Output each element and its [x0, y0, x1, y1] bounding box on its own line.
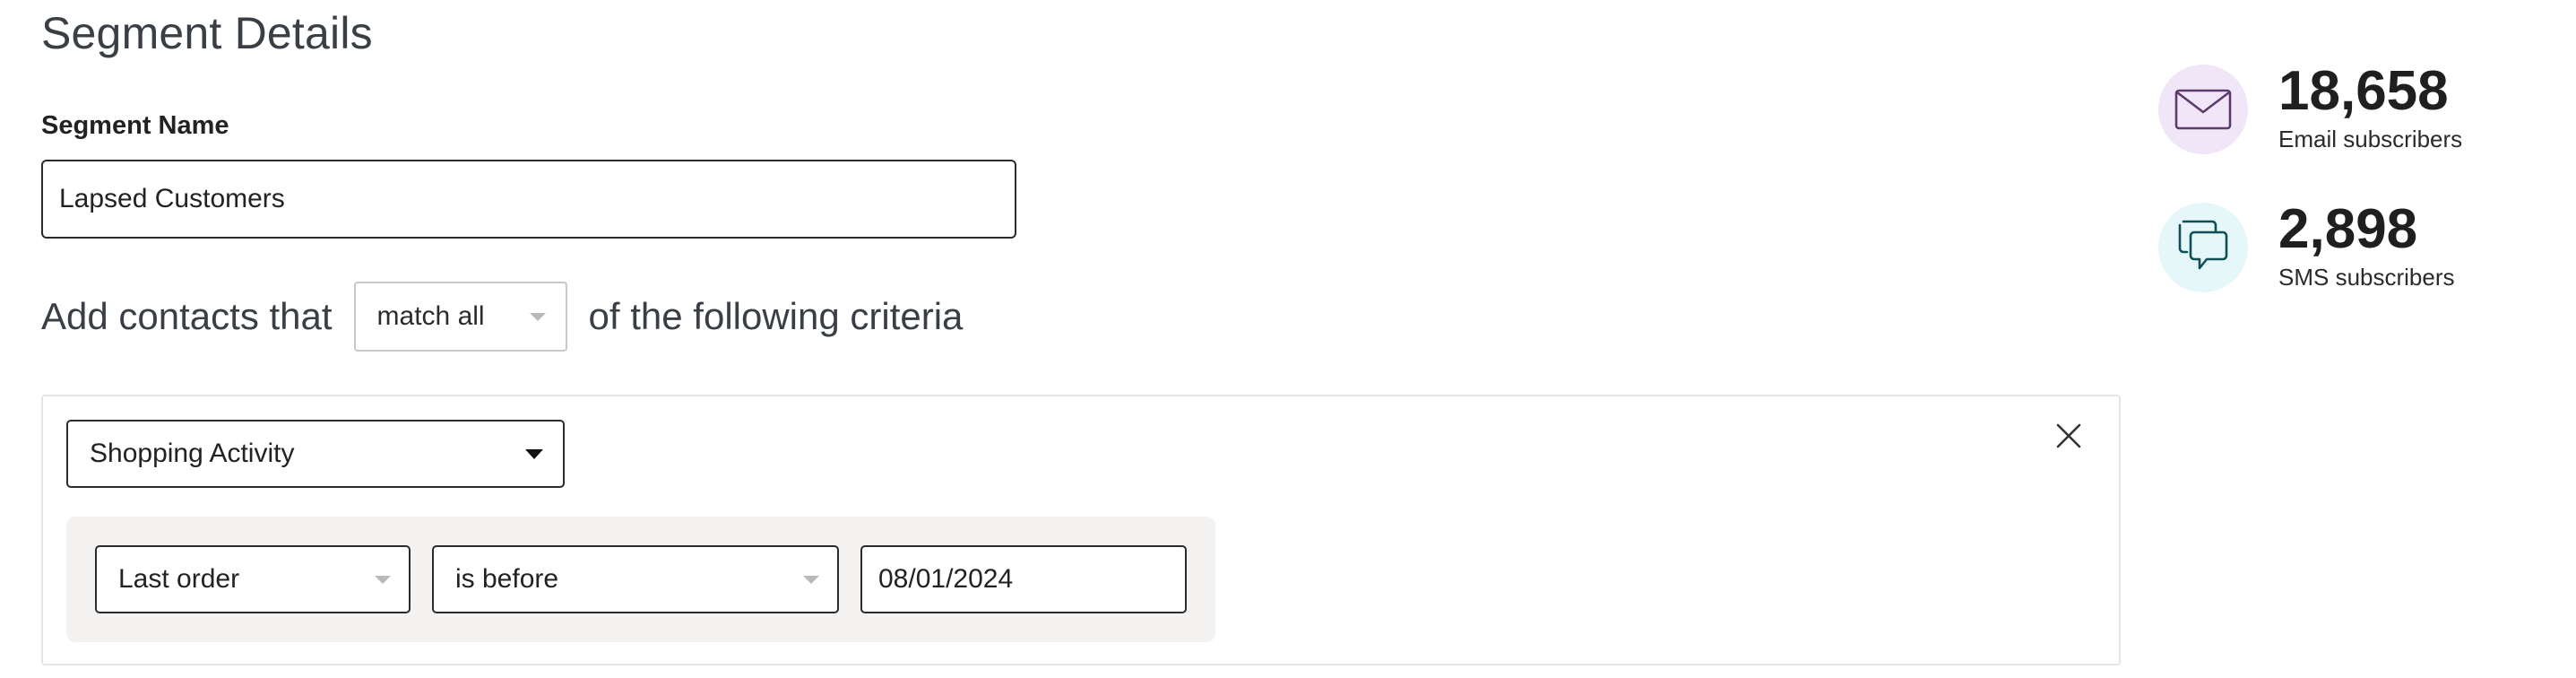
caret-down-icon	[525, 448, 543, 459]
rule-field-select[interactable]: Last order	[95, 545, 411, 613]
condition-group: Shopping Activity Last order is before	[41, 395, 2121, 665]
criteria-suffix: of the following criteria	[588, 295, 964, 337]
rule-field-value: Last order	[118, 564, 240, 594]
chat-icon-badge	[2158, 203, 2248, 292]
page-title: Segment Details	[41, 8, 373, 58]
email-subscriber-count: 18,658	[2278, 60, 2449, 122]
rule-date-input[interactable]	[860, 545, 1187, 613]
envelope-icon-badge	[2158, 65, 2248, 154]
segment-name-label: Segment Name	[41, 111, 229, 140]
chevron-down-icon	[375, 575, 391, 584]
chat-bubbles-icon	[2178, 220, 2228, 270]
rule-operator-value: is before	[455, 564, 559, 594]
rule-panel: Last order is before	[66, 517, 1215, 642]
category-select[interactable]: Shopping Activity	[66, 420, 565, 488]
chevron-down-icon	[803, 575, 819, 584]
segment-details-page: Segment Details Segment Name Add contact…	[0, 0, 2576, 678]
match-mode-value: match all	[376, 301, 485, 331]
rule-operator-select[interactable]: is before	[432, 545, 839, 613]
chevron-down-icon	[529, 312, 546, 321]
match-mode-select[interactable]: match all	[353, 282, 567, 352]
remove-condition-button[interactable]	[2051, 418, 2087, 454]
email-stat-text: 18,658 Email subscribers	[2278, 60, 2463, 153]
sms-stat-text: 2,898 SMS subscribers	[2278, 198, 2455, 291]
segment-name-input[interactable]	[41, 160, 1016, 239]
criteria-prefix: Add contacts that	[41, 295, 333, 337]
email-subscribers-stat: 18,658 Email subscribers	[2158, 60, 2462, 154]
sms-subscriber-count: 2,898	[2278, 198, 2418, 260]
sms-subscribers-stat: 2,898 SMS subscribers	[2158, 198, 2455, 292]
envelope-icon	[2174, 89, 2232, 130]
sms-subscriber-label: SMS subscribers	[2278, 264, 2455, 291]
close-icon	[2056, 423, 2081, 448]
email-subscriber-label: Email subscribers	[2278, 126, 2463, 153]
criteria-header: Add contacts that match all of the follo…	[41, 282, 963, 352]
category-value: Shopping Activity	[90, 439, 295, 468]
